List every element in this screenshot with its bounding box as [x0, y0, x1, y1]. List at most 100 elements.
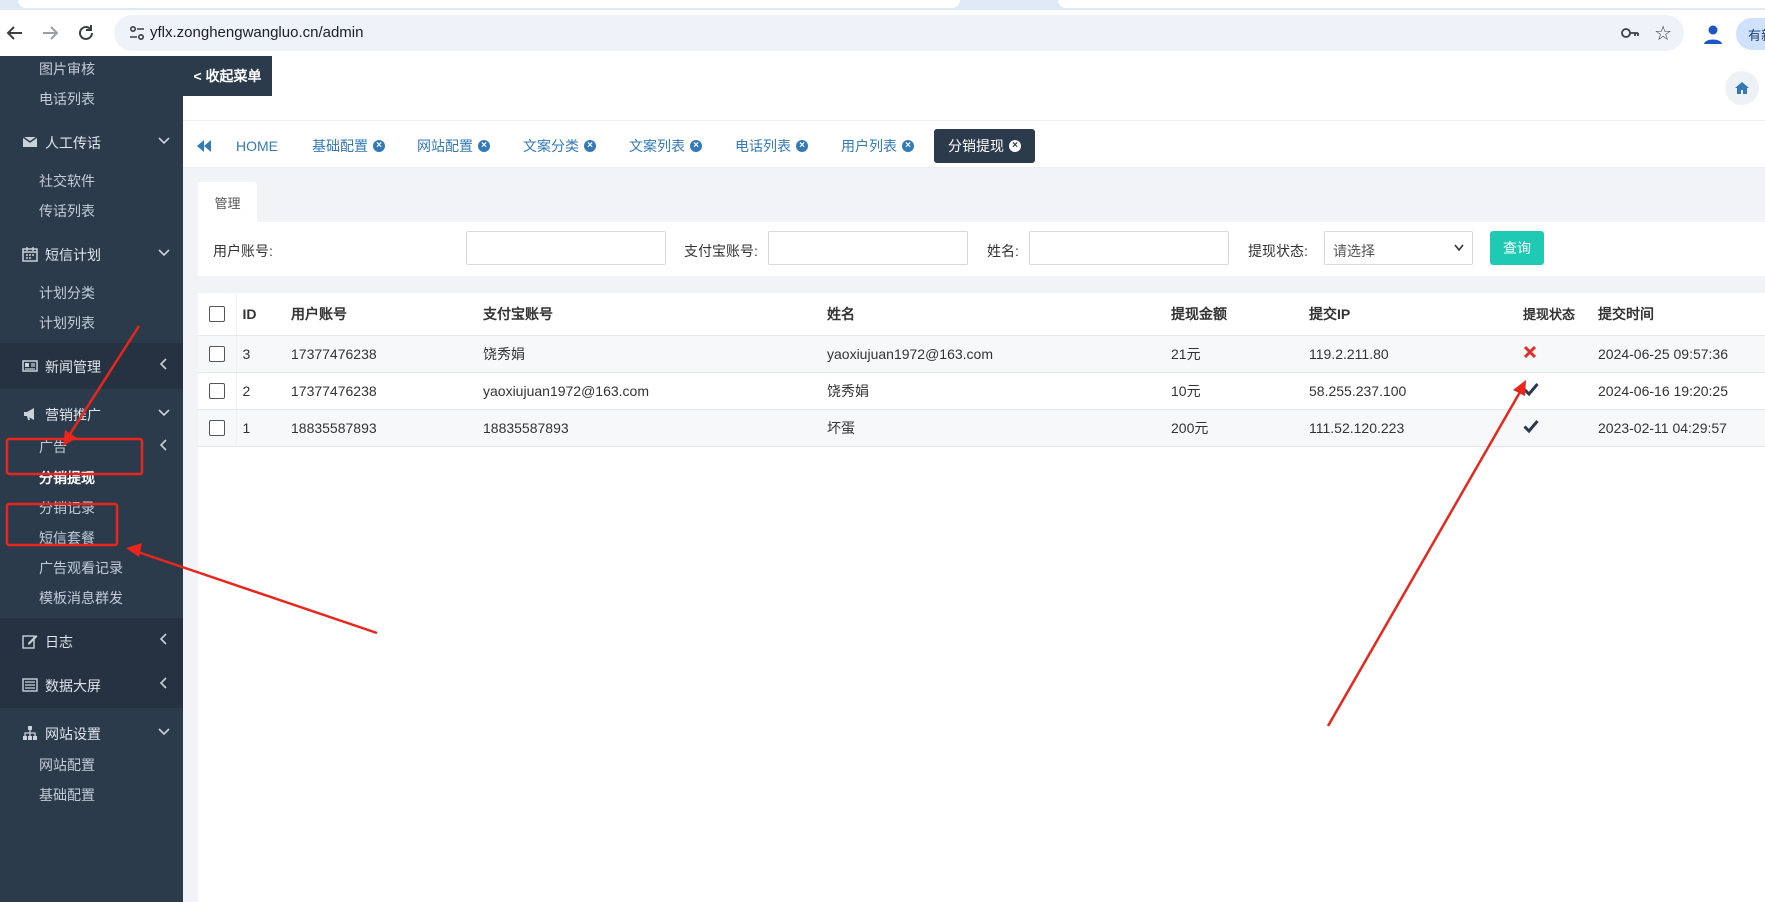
column-header-time[interactable]: 提交时间: [1591, 293, 1765, 336]
reload-icon[interactable]: [71, 18, 101, 48]
tab-label: 分销提现: [948, 138, 1004, 154]
tab-manage[interactable]: 管理: [198, 182, 257, 222]
sidebar-item-relay-list[interactable]: 传话列表: [39, 201, 95, 221]
select-all-checkbox[interactable]: [209, 306, 225, 323]
sidebar-item-template-broadcast[interactable]: 模板消息群发: [39, 588, 123, 608]
address-bar[interactable]: yflx.zonghengwangluo.cn/admin ☆: [114, 15, 1684, 51]
chevron-down-icon: [158, 409, 170, 417]
tab-distribution-withdraw[interactable]: 分销提现 ×: [934, 129, 1035, 163]
tab-copy-list[interactable]: 文案列表 ×: [629, 129, 702, 163]
tab-site-config[interactable]: 网站配置 ×: [417, 129, 490, 163]
column-header-ip[interactable]: 提交IP: [1302, 293, 1518, 336]
row-select-cell: [198, 335, 236, 373]
forward-icon[interactable]: [35, 18, 65, 48]
name-input[interactable]: [1029, 231, 1229, 265]
select-value: 请选择: [1333, 243, 1375, 259]
back-icon[interactable]: [0, 18, 30, 48]
cell-ip: 58.255.237.100: [1302, 372, 1518, 410]
sidebar-group-marketing[interactable]: 营销推广: [0, 391, 183, 437]
close-icon[interactable]: ×: [1009, 140, 1021, 152]
page-tab-bar: HOME 基础配置 × 网站配置 × 文案分类 × 文案列表 × 电话列表 × 用户列表 ×…: [183, 126, 1765, 168]
close-icon[interactable]: ×: [902, 140, 914, 152]
row-checkbox[interactable]: [209, 420, 225, 437]
cell-name: 坏蛋: [820, 409, 1164, 447]
profile-icon[interactable]: [1701, 22, 1725, 46]
sidebar-group-data-screen[interactable]: 数据大屏: [0, 662, 183, 708]
sidebar-item-ads[interactable]: 广告: [39, 437, 67, 457]
sidebar-item-phone-list[interactable]: 电话列表: [39, 89, 95, 109]
column-header-user-account[interactable]: 用户账号: [284, 293, 476, 336]
calendar-icon: [22, 247, 38, 262]
column-header-alipay-account[interactable]: 支付宝账号: [476, 293, 820, 336]
double-left-arrow-icon[interactable]: [195, 138, 213, 154]
sidebar-group-site-settings[interactable]: 网站设置: [0, 710, 183, 756]
sidebar-item-distribution-records[interactable]: 分销记录: [39, 498, 95, 518]
url-text[interactable]: yflx.zonghengwangluo.cn/admin: [150, 24, 363, 41]
sidebar-group-label: 日志: [45, 634, 73, 650]
withdraw-status-select[interactable]: 请选择: [1324, 231, 1473, 265]
table-row[interactable]: 3 17377476238 饶秀娟 yaoxiujuan1972@163.com…: [198, 335, 1765, 373]
search-button[interactable]: 查询: [1490, 231, 1544, 265]
alipay-account-label: 支付宝账号:: [684, 243, 758, 259]
sidebar-group-news[interactable]: 新闻管理: [0, 343, 183, 389]
close-icon[interactable]: ×: [373, 140, 385, 152]
browser-tab[interactable]: [18, 0, 960, 8]
user-account-input[interactable]: [466, 231, 666, 265]
home-button[interactable]: [1725, 71, 1759, 105]
cell-id: 3: [235, 335, 284, 373]
cell-ip: 119.2.211.80: [1302, 335, 1518, 373]
sidebar-item-distribution-withdraw[interactable]: 分销提现: [39, 468, 95, 488]
chevron-down-icon: [158, 728, 170, 736]
tab-phone-list[interactable]: 电话列表 ×: [735, 129, 808, 163]
cell-status: [1518, 372, 1591, 410]
collapse-menu-button[interactable]: < 收起菜单: [183, 56, 272, 96]
column-header-id[interactable]: ID: [235, 293, 284, 336]
sidebar-group-manual-relay[interactable]: 人工传话: [0, 119, 183, 165]
password-key-icon[interactable]: [1620, 23, 1640, 43]
sidebar-item-site-config[interactable]: 网站配置: [39, 755, 95, 775]
profile-button[interactable]: 有新: [1736, 18, 1765, 50]
chevron-left-icon: [159, 633, 167, 645]
close-icon[interactable]: ×: [690, 140, 702, 152]
sidebar-item-plan-category[interactable]: 计划分类: [39, 283, 95, 303]
column-header-amount[interactable]: 提现金额: [1164, 293, 1302, 336]
close-icon[interactable]: ×: [584, 140, 596, 152]
close-icon[interactable]: ×: [796, 140, 808, 152]
chevron-down-icon: [158, 137, 170, 145]
row-checkbox[interactable]: [209, 383, 225, 400]
tab-label: 文案列表: [629, 138, 685, 154]
tab-basic-config[interactable]: 基础配置 ×: [312, 129, 385, 163]
browser-tab-new[interactable]: [1058, 0, 1765, 8]
table-row[interactable]: 1 18835587893 18835587893 坏蛋 200元 111.52…: [198, 409, 1765, 447]
close-icon[interactable]: ×: [478, 140, 490, 152]
sidebar-item-sms-package[interactable]: 短信套餐: [39, 528, 95, 548]
column-header-status[interactable]: 提现状态: [1518, 293, 1591, 336]
tab-user-list[interactable]: 用户列表 ×: [841, 129, 914, 163]
cell-id: 1: [235, 409, 284, 447]
sidebar-item-basic-config[interactable]: 基础配置: [39, 785, 95, 805]
sidebar-item-plan-list[interactable]: 计划列表: [39, 313, 95, 333]
tab-home[interactable]: HOME: [236, 129, 278, 163]
table-row[interactable]: 2 17377476238 yaoxiujuan1972@163.com 饶秀娟…: [198, 372, 1765, 410]
sidebar-group-logs[interactable]: 日志: [0, 618, 183, 664]
site-info-icon[interactable]: [128, 24, 146, 42]
sitemap-icon: [23, 726, 37, 740]
sidebar-group-sms-plan[interactable]: 短信计划: [0, 231, 183, 277]
bookmark-star-icon[interactable]: ☆: [1654, 21, 1672, 46]
sidebar-group-label: 短信计划: [45, 247, 101, 263]
browser-toolbar: yflx.zonghengwangluo.cn/admin ☆ 有新: [0, 10, 1765, 56]
sidebar-item-image-review[interactable]: 图片审核: [39, 59, 95, 79]
column-header-name[interactable]: 姓名: [820, 293, 1164, 336]
tab-copy-category[interactable]: 文案分类 ×: [523, 129, 596, 163]
newspaper-icon: [22, 360, 38, 372]
cell-ip: 111.52.120.223: [1302, 409, 1518, 447]
user-account-label: 用户账号:: [213, 243, 273, 259]
row-checkbox[interactable]: [209, 346, 225, 363]
sidebar-item-social-apps[interactable]: 社交软件: [39, 171, 95, 191]
sidebar-item-ad-view-records[interactable]: 广告观看记录: [39, 558, 123, 578]
header-divider: [183, 120, 1765, 121]
sidebar-group-label: 数据大屏: [45, 678, 101, 694]
cell-name: yaoxiujuan1972@163.com: [820, 335, 1164, 373]
row-select-cell: [198, 372, 236, 410]
alipay-account-input[interactable]: [768, 231, 968, 265]
